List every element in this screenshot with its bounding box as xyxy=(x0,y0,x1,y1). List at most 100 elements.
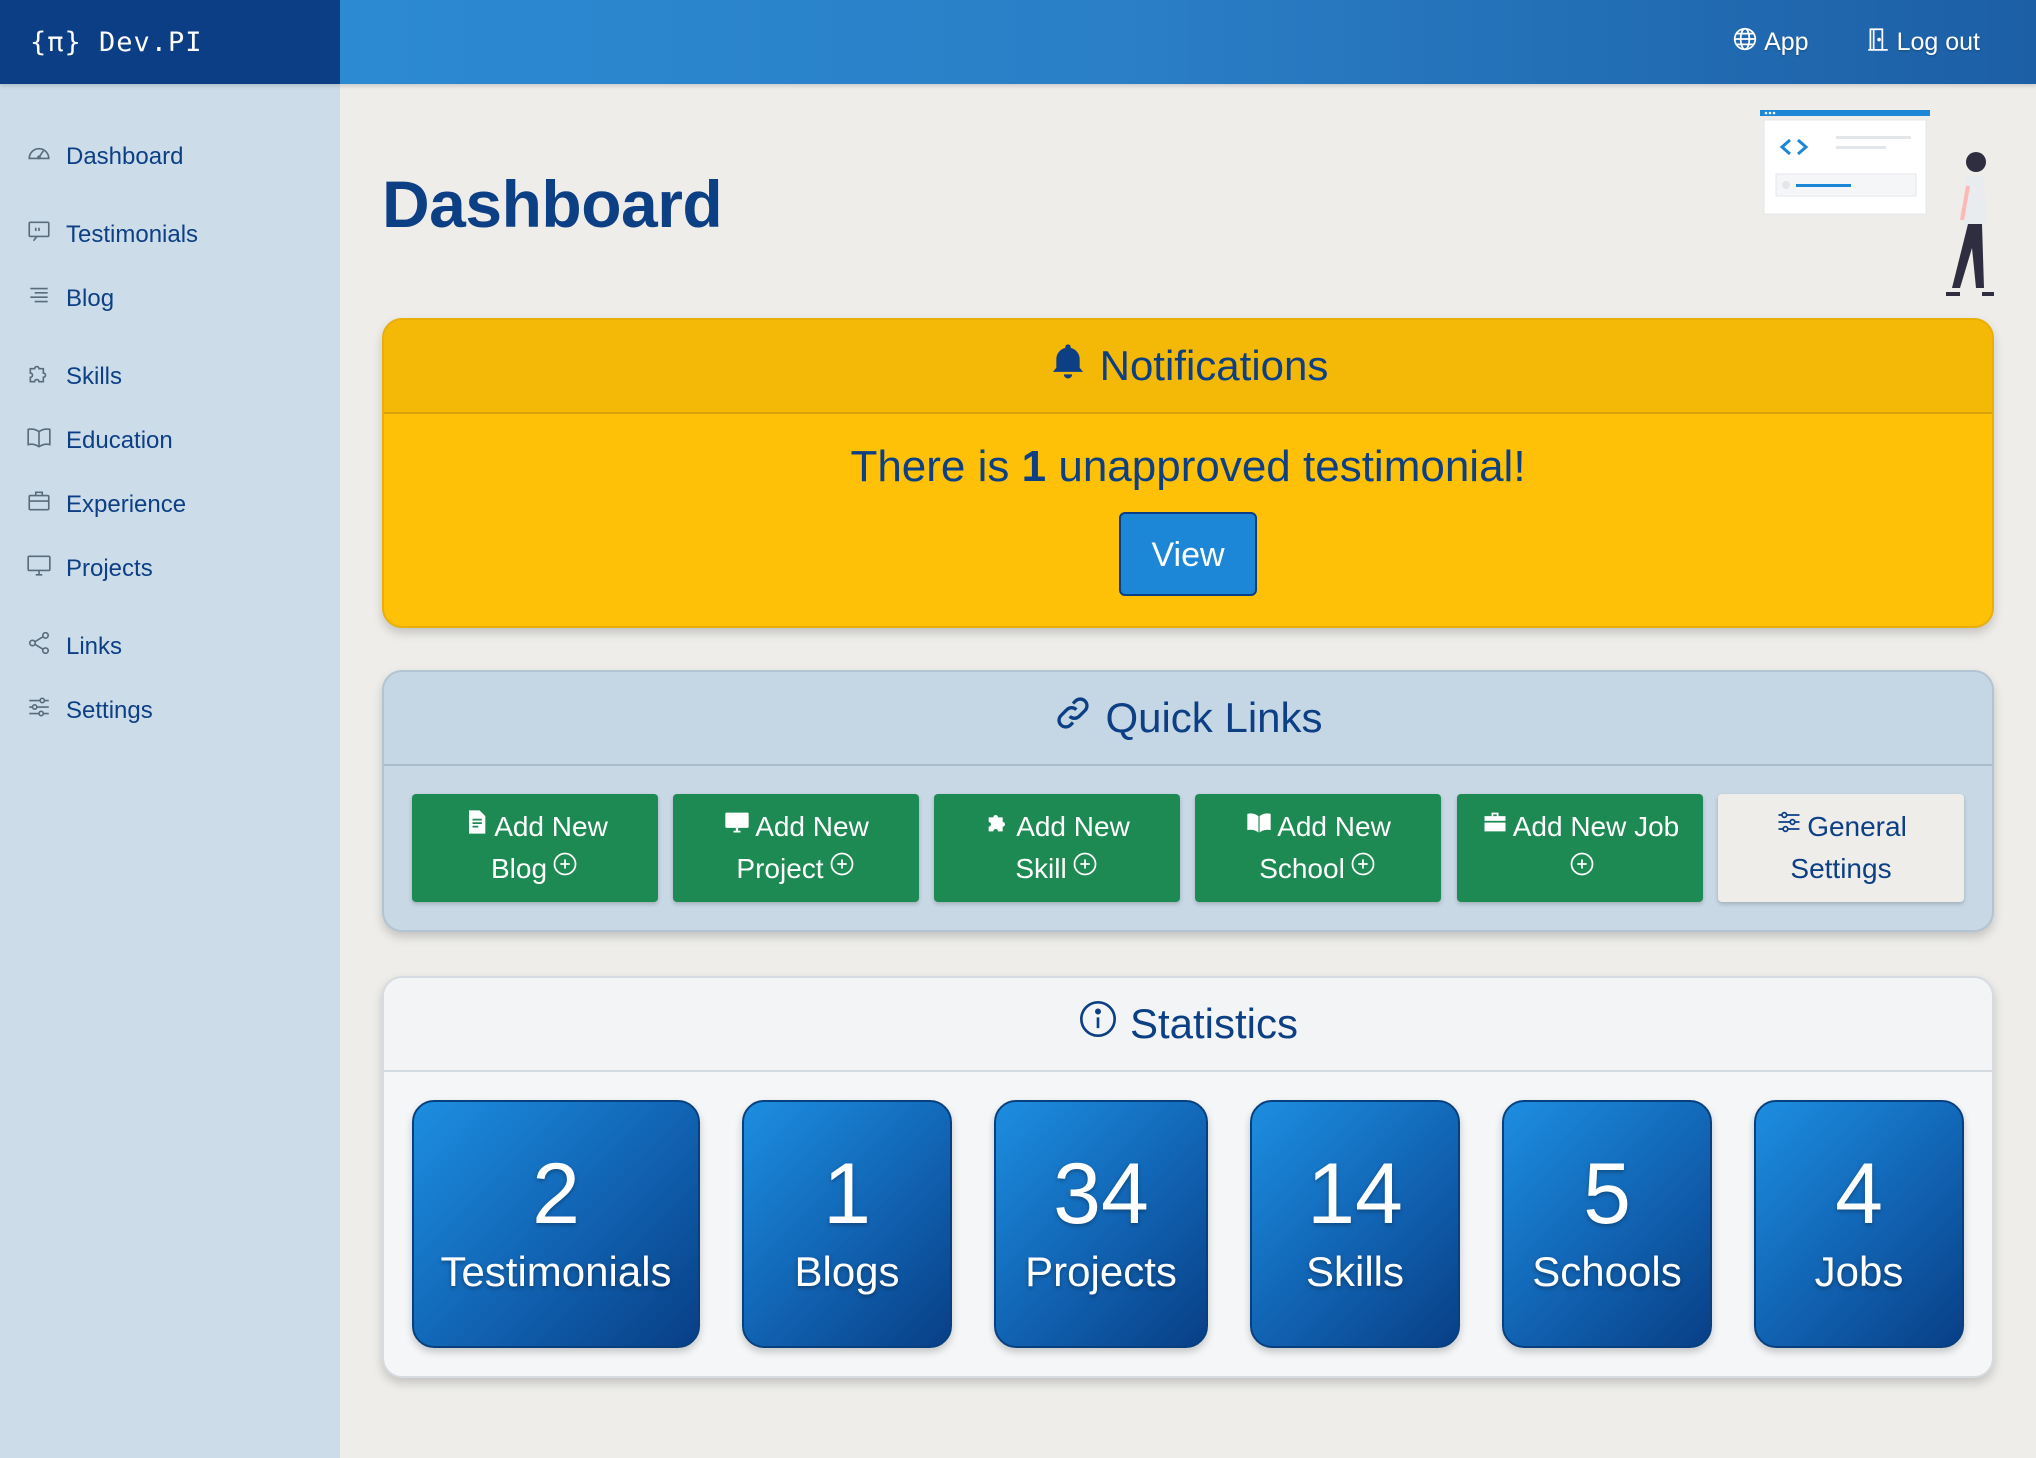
sidebar-item-skills[interactable]: Skills xyxy=(26,360,122,393)
sidebar-item-projects[interactable]: Projects xyxy=(26,552,153,585)
sidebar-item-label: Testimonials xyxy=(66,220,199,248)
sliders-icon xyxy=(1775,806,1803,848)
gauge-icon xyxy=(26,140,52,173)
button-label-line1: General xyxy=(1807,811,1907,842)
quote-icon xyxy=(26,218,52,251)
info-icon xyxy=(1078,999,1118,1049)
stat-schools[interactable]: 5 Schools xyxy=(1502,1100,1712,1348)
sidebar-item-label: Education xyxy=(66,426,173,454)
share-icon xyxy=(26,630,52,663)
list-icon xyxy=(26,282,52,315)
general-settings-button[interactable]: General Settings xyxy=(1718,794,1964,902)
button-label-line1: Add New xyxy=(494,811,608,842)
stat-value: 2 xyxy=(532,1146,580,1242)
sidebar-item-experience[interactable]: Experience xyxy=(26,488,186,521)
stat-label: Schools xyxy=(1532,1248,1682,1295)
plus-circle-icon xyxy=(551,848,579,890)
notifications-card: Notifications There is 1 unapproved test… xyxy=(382,318,1994,628)
add-new-skill-button[interactable]: Add New Skill xyxy=(934,794,1180,902)
unapproved-count: 1 xyxy=(1021,442,1047,491)
logout-link-label: Log out xyxy=(1896,27,1980,56)
document-icon xyxy=(462,806,490,848)
stat-value: 1 xyxy=(823,1146,871,1242)
stat-label: Testimonials xyxy=(440,1248,672,1295)
puzzle-icon xyxy=(984,806,1012,848)
monitor-icon xyxy=(26,552,52,585)
door-icon xyxy=(1865,26,1891,59)
sidebar-item-testimonials[interactable]: Testimonials xyxy=(26,218,198,251)
add-new-job-button[interactable]: Add New Job xyxy=(1457,794,1703,902)
button-label-line2: Project xyxy=(736,853,824,884)
sidebar: Dashboard Testimonials Blog Skills Educa… xyxy=(0,84,340,1458)
stat-value: 5 xyxy=(1583,1146,1631,1242)
bell-icon xyxy=(1048,341,1088,391)
stat-label: Projects xyxy=(1025,1248,1177,1295)
sidebar-item-label: Projects xyxy=(66,554,153,582)
plus-circle-icon xyxy=(828,848,856,890)
sidebar-item-label: Skills xyxy=(66,362,123,390)
page-title: Dashboard xyxy=(382,167,723,241)
add-new-project-button[interactable]: Add New Project xyxy=(673,794,919,902)
notification-message-prefix: There is xyxy=(850,442,1010,491)
sidebar-item-dashboard[interactable]: Dashboard xyxy=(26,140,183,173)
developer-illustration xyxy=(1756,106,2006,306)
book-icon xyxy=(1245,806,1273,848)
notification-message-suffix: unapproved testimonial! xyxy=(1058,442,1526,491)
app-link[interactable]: App xyxy=(1732,26,1809,59)
add-new-school-button[interactable]: Add New School xyxy=(1195,794,1441,902)
button-label-line1: Add New Job xyxy=(1512,811,1680,842)
stat-jobs[interactable]: 4 Jobs xyxy=(1754,1100,1964,1348)
sidebar-item-label: Blog xyxy=(66,284,115,312)
briefcase-icon xyxy=(1481,806,1509,848)
view-button[interactable]: View xyxy=(1119,512,1257,596)
sidebar-item-education[interactable]: Education xyxy=(26,424,173,457)
stat-projects[interactable]: 34 Projects xyxy=(994,1100,1208,1348)
logout-link[interactable]: Log out xyxy=(1865,26,1980,59)
sidebar-item-label: Experience xyxy=(66,490,187,518)
stat-value: 14 xyxy=(1307,1146,1403,1242)
sliders-icon xyxy=(26,694,52,727)
stat-blogs[interactable]: 1 Blogs xyxy=(742,1100,952,1348)
button-label-line1: Add New xyxy=(755,811,869,842)
link-icon xyxy=(1053,693,1093,743)
button-label-line2: School xyxy=(1259,853,1345,884)
briefcase-icon xyxy=(26,488,52,521)
notifications-header: Notifications xyxy=(384,320,1992,414)
statistics-header: Statistics xyxy=(384,978,1992,1072)
brand-logo[interactable]: {π} Dev.PI xyxy=(0,0,340,84)
button-label-line2: Blog xyxy=(490,853,548,884)
stat-skills[interactable]: 14 Skills xyxy=(1250,1100,1460,1348)
notification-message: There is 1 unapproved testimonial! xyxy=(384,442,1992,492)
add-new-blog-button[interactable]: Add New Blog xyxy=(412,794,658,902)
sidebar-item-blog[interactable]: Blog xyxy=(26,282,114,315)
plus-circle-icon xyxy=(1568,848,1596,890)
button-label-line1: Add New xyxy=(1277,811,1391,842)
button-label-line1: Add New xyxy=(1016,811,1130,842)
sidebar-item-settings[interactable]: Settings xyxy=(26,694,153,727)
stat-value: 4 xyxy=(1835,1146,1883,1242)
button-label-line2: Settings xyxy=(1790,853,1892,884)
monitor-icon xyxy=(723,806,751,848)
sidebar-item-label: Links xyxy=(66,632,123,660)
button-label-line2: Skill xyxy=(1015,853,1067,884)
plus-circle-icon xyxy=(1071,848,1099,890)
stat-label: Blogs xyxy=(794,1248,900,1295)
globe-icon xyxy=(1732,26,1758,59)
book-icon xyxy=(26,424,52,457)
notifications-body: There is 1 unapproved testimonial! View xyxy=(384,442,1992,596)
quick-links-header: Quick Links xyxy=(384,672,1992,766)
plus-circle-icon xyxy=(1349,848,1377,890)
sidebar-item-label: Settings xyxy=(66,696,153,724)
stat-testimonials[interactable]: 2 Testimonials xyxy=(412,1100,700,1348)
stat-label: Skills xyxy=(1305,1248,1404,1295)
puzzle-icon xyxy=(26,360,52,393)
sidebar-item-label: Dashboard xyxy=(66,142,184,170)
sidebar-item-links[interactable]: Links xyxy=(26,630,122,663)
notifications-title: Notifications xyxy=(1099,342,1329,389)
quick-links-title: Quick Links xyxy=(1105,694,1323,741)
stat-value: 34 xyxy=(1053,1146,1149,1242)
stat-label: Jobs xyxy=(1814,1248,1904,1295)
app-link-label: App xyxy=(1764,27,1809,56)
statistics-title: Statistics xyxy=(1129,1000,1299,1047)
top-navbar: {π} Dev.PI App Log out xyxy=(0,0,2036,84)
